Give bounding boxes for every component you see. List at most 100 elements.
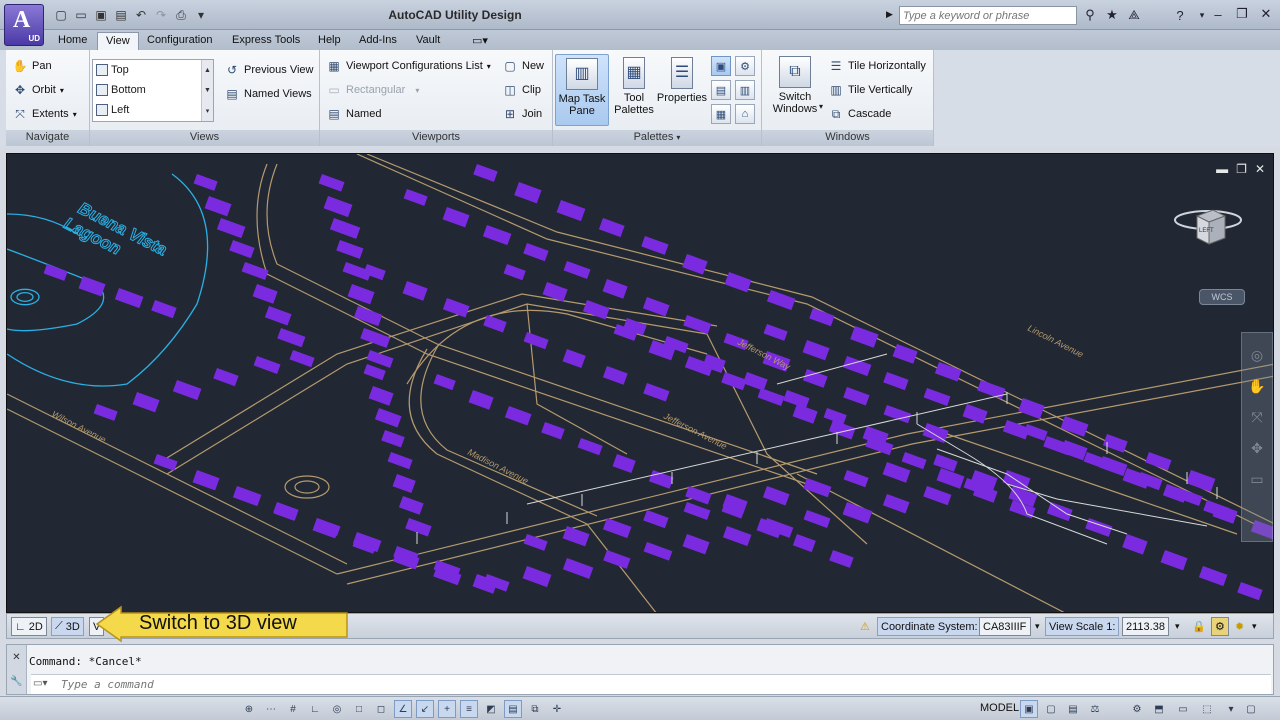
status-menu-icon[interactable]: ▾ xyxy=(1249,617,1260,636)
palette-toggle-5-icon[interactable]: ▦ xyxy=(711,104,731,124)
switch-windows-button[interactable]: ⧉ Switch Windows xyxy=(766,56,824,115)
annotation-scale-icon[interactable]: ⚖ xyxy=(1086,700,1104,718)
command-close-icon[interactable]: ✕ xyxy=(12,652,20,663)
otrack-icon[interactable]: ∠ xyxy=(394,700,412,718)
maximize-icon[interactable]: ❐ xyxy=(1234,6,1250,22)
hardware-accel-icon[interactable]: ▭ xyxy=(1174,700,1192,718)
view-item-top[interactable]: Top xyxy=(93,60,213,80)
rectangular-button[interactable]: ▭ Rectangular ▾ xyxy=(326,82,419,98)
viewport-restore-icon[interactable]: ❐ xyxy=(1236,162,1247,176)
tab-add-ins[interactable]: Add-Ins xyxy=(351,32,405,50)
palette-toggle-6-icon[interactable]: ⌂ xyxy=(735,104,755,124)
isolate-icon[interactable]: ⬚ xyxy=(1198,700,1216,718)
join-viewport-button[interactable]: ⊞ Join xyxy=(502,106,542,122)
lock-ui-icon[interactable]: ⬒ xyxy=(1150,700,1168,718)
selection-cycling-icon[interactable]: ⧉ xyxy=(526,700,544,718)
view-2d-button[interactable]: ∟ 2D xyxy=(11,617,47,636)
tile-vertically-button[interactable]: ▥ Tile Vertically xyxy=(828,82,912,98)
tile-horizontally-button[interactable]: ☰ Tile Horizontally xyxy=(828,58,926,74)
lineweight-icon[interactable]: ≡ xyxy=(460,700,478,718)
view-scale-value[interactable]: 2113.38 xyxy=(1122,617,1169,636)
viewcube[interactable]: LEFT xyxy=(1173,202,1243,258)
command-prompt-icon[interactable]: ▭▾ xyxy=(33,678,47,689)
quick-properties-icon[interactable]: ▤ xyxy=(504,700,522,718)
ducs-icon[interactable]: ↙ xyxy=(416,700,434,718)
model-layout-icon[interactable]: ▣ xyxy=(1020,700,1038,718)
pan-button[interactable]: ✋ Pan xyxy=(12,58,52,74)
navbar-showmotion-icon[interactable]: ▭ xyxy=(1250,471,1263,488)
annotation-icon[interactable]: ⚙ xyxy=(1211,617,1229,636)
minimize-icon[interactable]: – xyxy=(1210,6,1226,22)
switch-windows-dropdown-icon[interactable]: ▾ xyxy=(819,102,823,111)
tab-home[interactable]: Home xyxy=(50,32,95,50)
clean-screen-icon[interactable]: ▢ xyxy=(1242,700,1260,718)
help-icon[interactable]: ? xyxy=(1172,7,1188,23)
tab-view[interactable]: View xyxy=(97,32,139,50)
application-menu-button[interactable]: A UD xyxy=(4,4,44,46)
command-settings-icon[interactable]: 🔧 xyxy=(10,676,22,687)
command-line-handle[interactable]: ✕ 🔧 xyxy=(7,645,27,694)
star-icon[interactable]: ★ xyxy=(1104,7,1120,23)
osnap-icon[interactable]: □ xyxy=(350,700,368,718)
infer-constraints-icon[interactable]: ⊕ xyxy=(240,700,258,718)
viewcube-face-label[interactable]: LEFT xyxy=(1199,228,1214,234)
tool-palettes-button[interactable]: ▦ Tool Palettes xyxy=(613,57,655,116)
viewport-minimize-icon[interactable]: ▬ xyxy=(1216,162,1228,176)
ortho-icon[interactable]: ∟ xyxy=(306,700,324,718)
viewport-close-icon[interactable]: ✕ xyxy=(1255,162,1265,176)
extents-button[interactable]: ⤧ Extents ▾ xyxy=(12,106,77,122)
named-viewports-button[interactable]: ▤ Named xyxy=(326,106,381,122)
tab-configuration[interactable]: Configuration xyxy=(139,32,220,50)
layout2-icon[interactable]: ▤ xyxy=(1064,700,1082,718)
layout1-icon[interactable]: ▢ xyxy=(1042,700,1060,718)
viewport-config-list-button[interactable]: ▦ Viewport Configurations List ▾ xyxy=(326,58,490,74)
tab-help[interactable]: Help xyxy=(310,32,349,50)
views-list[interactable]: Top Bottom Left ▲ ▼ ▾ xyxy=(92,59,214,122)
coordinate-dropdown-icon[interactable]: ▾ xyxy=(1032,617,1043,636)
named-views-button[interactable]: ▤ Named Views xyxy=(224,86,311,102)
navbar-zoom-icon[interactable]: ⤧ xyxy=(1251,409,1262,426)
lock-icon[interactable]: 🔒 xyxy=(1189,617,1209,636)
command-input[interactable] xyxy=(61,677,1061,692)
view-3d-button[interactable]: ⟋ 3D xyxy=(51,617,84,636)
help-dropdown-icon[interactable]: ▾ xyxy=(1194,7,1210,23)
previous-view-button[interactable]: ↺ Previous View xyxy=(224,62,314,78)
navbar-pan-icon[interactable]: ✋ xyxy=(1248,378,1265,395)
orbit-button[interactable]: ✥ Orbit ▾ xyxy=(12,82,64,98)
palette-toggle-1-icon[interactable]: ▣ xyxy=(711,56,731,76)
views-list-scrollbar[interactable]: ▲ ▼ ▾ xyxy=(201,60,213,121)
palette-toggle-3-icon[interactable]: ▤ xyxy=(711,80,731,100)
palette-toggle-4-icon[interactable]: ▥ xyxy=(735,80,755,100)
grid-icon[interactable]: # xyxy=(284,700,302,718)
ribbon-minimize-icon[interactable]: ▭▾ xyxy=(468,32,492,50)
navbar-orbit-icon[interactable]: ✥ xyxy=(1251,440,1263,457)
status-customize-icon[interactable]: ▾ xyxy=(1222,700,1240,718)
close-icon[interactable]: ✕ xyxy=(1258,6,1274,22)
exchange-icon[interactable]: ⟁ xyxy=(1126,7,1142,23)
model-space-label[interactable]: MODEL xyxy=(978,700,1021,716)
polar-icon[interactable]: ◎ xyxy=(328,700,346,718)
coordinate-system-value[interactable]: CA83IIIF xyxy=(979,617,1031,636)
dyn-icon[interactable]: + xyxy=(438,700,456,718)
search-expand-icon[interactable]: ▶ xyxy=(886,9,893,20)
view-item-left[interactable]: Left xyxy=(93,100,213,120)
search-input[interactable] xyxy=(899,6,1077,25)
view-item-bottom[interactable]: Bottom xyxy=(93,80,213,100)
transparency-icon[interactable]: ◩ xyxy=(482,700,500,718)
new-viewport-button[interactable]: ▢ New xyxy=(502,58,544,74)
tab-express-tools[interactable]: Express Tools xyxy=(224,32,308,50)
wcs-menu[interactable]: WCS xyxy=(1199,289,1245,305)
cascade-button[interactable]: ⧉ Cascade xyxy=(828,106,892,122)
scale-dropdown-icon[interactable]: ▾ xyxy=(1172,617,1183,636)
annotation-monitor-icon[interactable]: ✛ xyxy=(548,700,566,718)
tab-vault[interactable]: Vault xyxy=(408,32,448,50)
drawing-viewport[interactable]: Buena VistaLagoon Lincoln Avenue Jeffers… xyxy=(6,153,1274,613)
map-drawing[interactable]: Buena VistaLagoon Lincoln Avenue Jeffers… xyxy=(7,154,1274,613)
steering-wheel-icon[interactable]: ◎ xyxy=(1251,347,1263,364)
properties-button[interactable]: ☰ Properties xyxy=(655,57,709,104)
clip-viewport-button[interactable]: ◫ Clip xyxy=(502,82,541,98)
palette-toggle-2-icon[interactable]: ⚙ xyxy=(735,56,755,76)
lightbulb-icon[interactable]: ✹ xyxy=(1232,617,1247,636)
snap-icon[interactable]: ⋯ xyxy=(262,700,280,718)
binoculars-icon[interactable]: ⚲ xyxy=(1082,7,1098,23)
